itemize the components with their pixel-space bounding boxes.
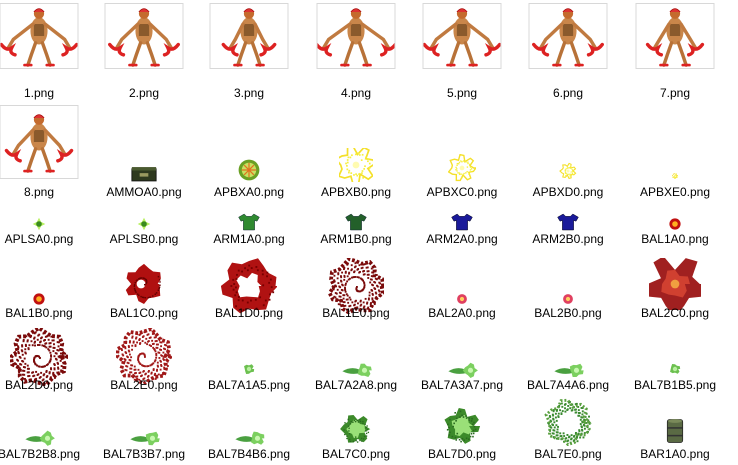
file-thumbnail-grid: 1.png 2.png 3.png 4.png 5.png 6.png 7.png 8.png… <box>0 0 738 465</box>
barrel-icon <box>666 419 684 443</box>
file-name-label: BAL7B2B8.png <box>0 447 81 461</box>
green-projectile-icon <box>25 430 55 446</box>
file-item[interactable]: BAL7B4B6.png <box>196 0 302 465</box>
file-name-label: BAL7C0.png <box>321 447 391 461</box>
file-item[interactable]: BAL7B3B7.png <box>91 0 197 465</box>
green-explosion-icon <box>444 408 481 444</box>
file-name-label: BAL7D0.png <box>427 447 497 461</box>
file-name-label: BAL7B3B7.png <box>102 447 186 461</box>
green-projectile-icon <box>235 431 265 445</box>
file-item[interactable]: BAL7B2B8.png <box>0 0 92 465</box>
file-name-label: BAR1A0.png <box>640 447 710 461</box>
file-name-label: BAL7E0.png <box>534 447 602 461</box>
green-explosion-icon <box>544 398 592 446</box>
green-explosion-icon <box>340 414 371 443</box>
file-name-label: BAL7B4B6.png <box>207 447 291 461</box>
green-projectile-icon <box>130 431 160 446</box>
file-item[interactable]: BAL7D0.png <box>409 0 515 465</box>
file-item[interactable]: BAL7C0.png <box>303 0 409 465</box>
file-item[interactable]: BAL7E0.png <box>515 0 621 465</box>
file-item[interactable]: BAR1A0.png <box>622 0 728 465</box>
